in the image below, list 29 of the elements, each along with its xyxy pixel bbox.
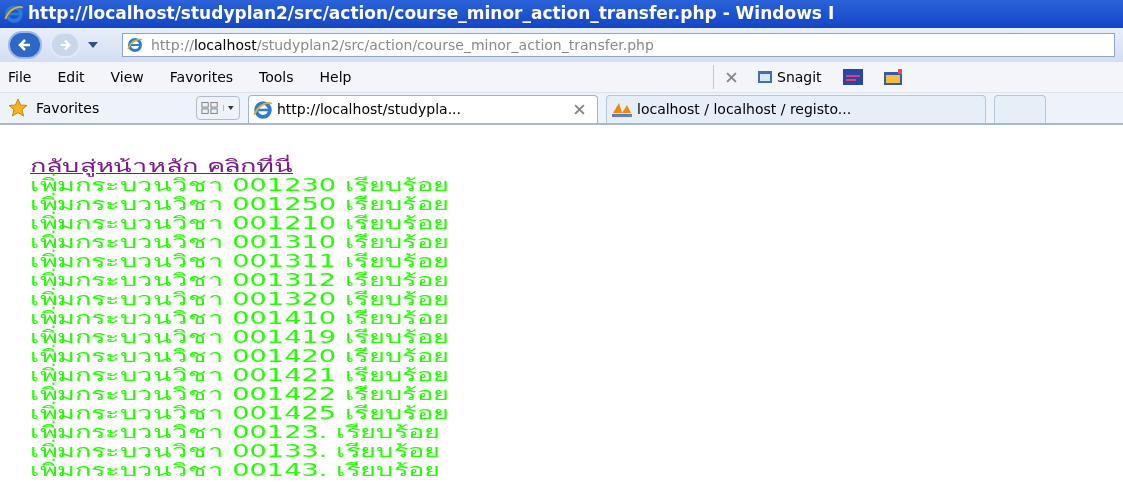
browser-logo-icon xyxy=(253,99,273,120)
window-capture-icon[interactable] xyxy=(841,69,864,85)
menu-item[interactable]: Help xyxy=(319,66,352,88)
menu-item[interactable]: Tools xyxy=(259,66,294,88)
menu-item[interactable]: File xyxy=(8,66,32,88)
star-icon xyxy=(8,98,28,118)
forward-arrow-icon xyxy=(58,38,72,52)
address-url: http://localhost/studyplan2/src/action/course_minor_action_transfer.php xyxy=(151,35,654,55)
menu-item[interactable]: Edit xyxy=(57,66,85,88)
close-tab-icon[interactable] xyxy=(574,104,585,115)
snagit-button[interactable]: Snagit xyxy=(757,66,822,88)
dropdown-caret-icon[interactable] xyxy=(88,42,98,48)
menu-item[interactable]: Favorites xyxy=(169,66,234,88)
back-arrow-icon xyxy=(17,37,33,53)
tab-title: http://localhost/studypla... xyxy=(277,100,462,119)
capture-icon xyxy=(757,69,773,85)
menu-item[interactable]: View xyxy=(110,66,144,88)
browser-tab[interactable]: http://localhost/studypla... xyxy=(248,95,598,123)
browser-tab[interactable]: localhost / localhost / registo... xyxy=(606,95,986,123)
tab-title: localhost / localhost / registo... xyxy=(637,100,853,119)
browser-logo-icon xyxy=(4,4,24,24)
window-title: http://localhost/studyplan2/src/action/course_minor_action_transfer.php - Windows I xyxy=(28,2,835,26)
sailboat-logo-icon xyxy=(611,101,633,118)
back-button[interactable] xyxy=(8,31,42,59)
address-field[interactable]: http://localhost/studyplan2/src/action/course_minor_action_transfer.php xyxy=(122,33,1115,57)
close-icon[interactable] xyxy=(726,71,737,83)
folder-capture-icon[interactable] xyxy=(883,69,904,85)
page-icon xyxy=(127,37,143,53)
favorites-button[interactable]: Favorites xyxy=(8,97,188,119)
